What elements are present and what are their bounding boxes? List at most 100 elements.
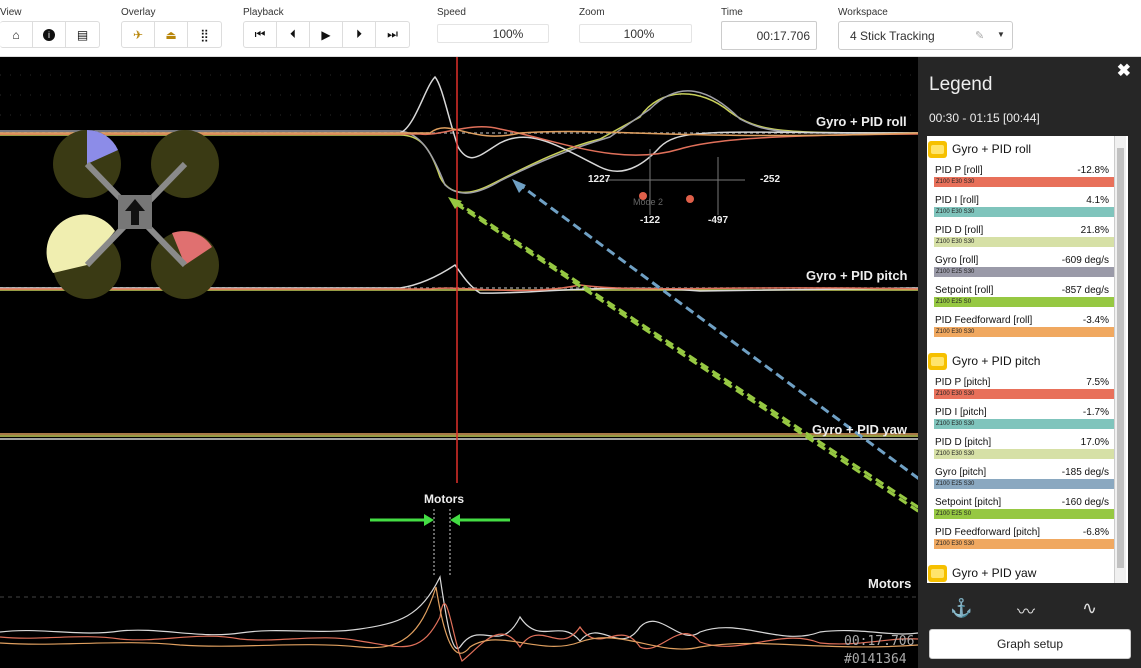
stick-right-x-value: -252	[760, 174, 781, 185]
legend-item-name: Setpoint [pitch]	[935, 497, 1002, 508]
speed-input[interactable]: 100%	[437, 24, 549, 43]
zoom-value: 100%	[623, 26, 655, 41]
legend-section-header[interactable]: Gyro + PID yaw	[927, 560, 1128, 583]
joystick-icon: ⏏	[165, 27, 177, 42]
speed-value: 100%	[492, 26, 524, 41]
play-icon: ▶	[321, 27, 331, 42]
craft-overlay-button[interactable]: ✈	[122, 22, 155, 47]
legend-item-value: -1.7%	[1082, 407, 1109, 418]
motors-annotation-label: Motors	[424, 492, 464, 506]
step-forward-button[interactable]: ⏵	[343, 22, 376, 47]
legend-item[interactable]: PID Feedforward [pitch]-6.8%⣿Z100 E30 S3…	[927, 524, 1128, 554]
legend-item-value: 4.1%	[1086, 195, 1109, 206]
legend-item[interactable]: PID I [pitch]-1.7%⣿Z100 E30 S30	[927, 404, 1128, 434]
legend-item-color-bar: Z100 E30 S30	[934, 539, 1116, 549]
legend-item-color-bar: Z100 E25 S30	[934, 479, 1116, 489]
graph-timestamp: 00:17.706	[844, 634, 915, 649]
legend-item-color-bar: Z100 E30 S30	[934, 207, 1116, 217]
legend-item-color-bar: Z100 E30 S30	[934, 449, 1116, 459]
legend-item[interactable]: PID D [roll]21.8%⣿Z100 E30 S30	[927, 222, 1128, 252]
analyser-overlay-button[interactable]: ⣿	[188, 22, 221, 47]
stick-overlay	[605, 149, 745, 215]
legend-item[interactable]: PID P [roll]-12.8%⣿Z100 E30 S30	[927, 162, 1128, 192]
skip-start-button[interactable]: ⏮	[244, 22, 277, 47]
legend-item-value: -185 deg/s	[1061, 467, 1109, 478]
legend-item-name: Gyro [pitch]	[935, 467, 987, 478]
legend-item-name: PID P [pitch]	[935, 377, 991, 388]
legend-item-value: -160 deg/s	[1061, 497, 1109, 508]
stick-left-x-value: 1227	[588, 174, 611, 185]
playback-buttons: ⏮ ⏴ ▶ ⏵ ⏭	[243, 21, 410, 48]
legend-item[interactable]: PID P [pitch]7.5%⣿Z100 E30 S30	[927, 374, 1128, 404]
workspace-select[interactable]: 4 Stick Tracking ✎ ▼	[838, 21, 1013, 50]
legend-item-value: -857 deg/s	[1061, 285, 1109, 296]
legend-item[interactable]: Setpoint [pitch]-160 deg/s⣿Z100 E25 S0	[927, 494, 1128, 524]
step-back-icon: ⏴	[289, 27, 296, 41]
legend-item-name: PID I [roll]	[935, 195, 979, 206]
legend-item[interactable]: PID D [pitch]17.0%⣿Z100 E30 S30	[927, 434, 1128, 464]
legend-item-value: 21.8%	[1080, 225, 1109, 236]
skip-start-icon: ⏮	[254, 27, 266, 41]
legend-item-name: PID D [roll]	[935, 225, 984, 236]
legend-item-name: Gyro [roll]	[935, 255, 979, 266]
legend-item-value: -6.8%	[1082, 527, 1109, 538]
zoom-label: Zoom	[579, 7, 605, 18]
zoom-input[interactable]: 100%	[579, 24, 692, 43]
skip-end-icon: ⏭	[387, 27, 398, 41]
legend-item-color-bar: Z100 E25 S0	[934, 297, 1116, 307]
close-icon[interactable]: ✖	[1117, 61, 1131, 81]
table-button[interactable]: ▤	[66, 22, 99, 47]
step-back-button[interactable]: ⏴	[277, 22, 310, 47]
info-button[interactable]: i	[33, 22, 66, 47]
info-icon: i	[43, 28, 55, 41]
folder-icon	[928, 564, 947, 582]
annotation-arrows	[370, 179, 918, 577]
legend-item-color-bar: Z100 E30 S30	[934, 237, 1116, 247]
scrollbar-thumb[interactable]	[1117, 148, 1124, 568]
legend-item-color-bar: Z100 E25 S30	[934, 267, 1116, 277]
legend-item-value: 17.0%	[1080, 437, 1109, 448]
legend-item-color-bar: Z100 E30 S30	[934, 327, 1116, 337]
legend-section-header[interactable]: Gyro + PID pitch	[927, 348, 1128, 374]
legend-scrollbar[interactable]	[1114, 136, 1126, 583]
home-button[interactable]: ⌂	[0, 22, 33, 47]
pitch-graph-label: Gyro + PID pitch	[806, 268, 908, 283]
legend-item-color-bar: Z100 E30 S30	[934, 419, 1116, 429]
legend-item-value: 7.5%	[1086, 377, 1109, 388]
curve-icon[interactable]: ∿	[1082, 598, 1097, 619]
spectrum-icon: ⣿	[200, 27, 209, 42]
roll-graph-label: Gyro + PID roll	[816, 114, 907, 129]
playback-label: Playback	[243, 7, 284, 18]
home-icon: ⌂	[12, 27, 20, 42]
legend-item-value: -12.8%	[1077, 165, 1109, 176]
legend-item[interactable]: Gyro [roll]-609 deg/s⣿Z100 E25 S30	[927, 252, 1128, 282]
anchor-icon[interactable]: ⚓	[950, 598, 972, 619]
legend-item[interactable]: PID Feedforward [roll]-3.4%⣿Z100 E30 S30	[927, 312, 1128, 342]
play-button[interactable]: ▶	[310, 22, 343, 47]
edit-icon[interactable]: ✎	[975, 29, 984, 42]
legend-item[interactable]: PID I [roll]4.1%⣿Z100 E30 S30	[927, 192, 1128, 222]
stick-mode-label: Mode 2	[633, 197, 664, 207]
legend-section-header[interactable]: Gyro + PID roll	[927, 136, 1128, 162]
spectrum-icon[interactable]: 〰	[1017, 598, 1035, 624]
skip-end-button[interactable]: ⏭	[376, 22, 409, 47]
drone-icon: ✈	[132, 27, 144, 42]
workspace-label: Workspace	[838, 7, 888, 18]
legend-list: Gyro + PID rollPID P [roll]-12.8%⣿Z100 E…	[927, 136, 1128, 583]
roll-traces	[0, 75, 918, 194]
time-input[interactable]: 00:17.706	[721, 21, 817, 50]
stick-right-y-value: -497	[708, 215, 729, 226]
legend-item[interactable]: Gyro [pitch]-185 deg/s⣿Z100 E25 S30	[927, 464, 1128, 494]
graph-svg	[0, 57, 918, 662]
legend-item[interactable]: Setpoint [roll]-857 deg/s⣿Z100 E25 S0	[927, 282, 1128, 312]
toolbar: View ⌂ i ▤ Overlay ✈ ⏏ ⣿ Playback ⏮ ⏴ ▶ …	[0, 0, 1141, 57]
yaw-graph-label: Gyro + PID yaw	[812, 422, 908, 437]
graph-canvas[interactable]: Gyro + PID roll Gyro + PID pitch Gyro + …	[0, 57, 918, 668]
graph-setup-button[interactable]: Graph setup	[929, 629, 1131, 659]
sticks-overlay-button[interactable]: ⏏	[155, 22, 188, 47]
stick-left-y-value: -122	[640, 215, 661, 226]
legend-time-range: 00:30 - 01:15 [00:44]	[929, 111, 1040, 125]
legend-panel: Legend ✖ 00:30 - 01:15 [00:44] Gyro + PI…	[918, 57, 1141, 668]
legend-section-title: Gyro + PID yaw	[952, 566, 1037, 580]
overlay-label: Overlay	[121, 7, 156, 18]
